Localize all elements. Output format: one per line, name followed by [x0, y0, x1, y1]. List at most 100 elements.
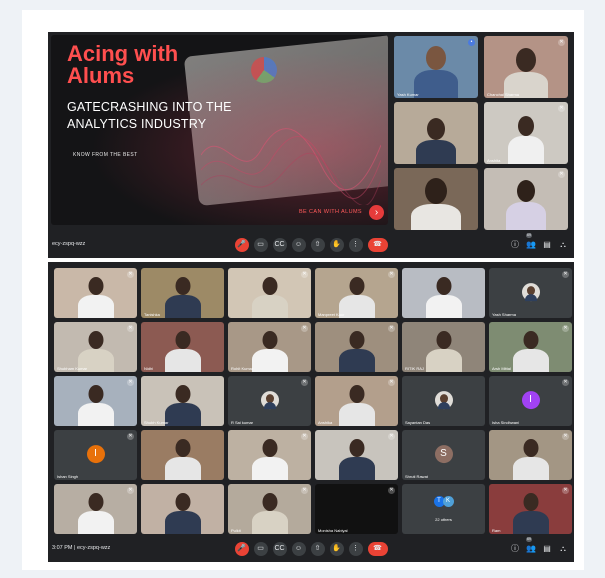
activities-icon[interactable]: ⛬ — [558, 238, 568, 252]
participant-tile[interactable]: • Yash Kumar — [394, 36, 478, 98]
participant-tile[interactable] — [141, 484, 224, 534]
present-button[interactable]: ⇧ — [310, 238, 325, 252]
participant-tile[interactable]: ✕ — [54, 268, 137, 318]
slide-next-arrow-icon[interactable]: › — [369, 205, 384, 220]
participant-head — [262, 493, 277, 511]
end-call-button[interactable]: ☎ — [367, 542, 388, 556]
participant-tile[interactable]: ✕ — [228, 430, 311, 480]
more-options-button[interactable]: ⋮ — [348, 542, 363, 556]
participant-tile[interactable]: Sayantan Das — [402, 376, 485, 426]
participant-name: Shubh Kumar — [144, 420, 169, 425]
side-controls: ⓘ 👥 69 ▤ ⛬ — [510, 537, 568, 556]
more-options-button[interactable]: ⋮ — [348, 238, 363, 252]
mic-button[interactable]: 🎤 — [234, 238, 249, 252]
mic-off-icon: ✕ — [127, 325, 134, 332]
slide-subtitle: GATECRASHING INTO THE ANALYTICS INDUSTRY — [67, 100, 232, 131]
participant-tile[interactable]: ✕ Manpreet Kaur — [315, 268, 398, 318]
mic-off-icon: ✕ — [301, 325, 308, 332]
mic-off-icon: ✕ — [127, 271, 134, 278]
participant-tile[interactable]: ✕ — [484, 168, 568, 230]
participant-tile[interactable]: Shubh Kumar — [141, 376, 224, 426]
camera-button[interactable]: ▭ — [253, 542, 268, 556]
presentation-slide[interactable]: Acing with Alums GATECRASHING INTO THE A… — [51, 35, 388, 225]
participant-tile[interactable]: ✕ Shubham Kumar — [54, 322, 137, 372]
participant-tile[interactable]: Tanishka — [141, 268, 224, 318]
info-icon[interactable]: ⓘ — [510, 238, 520, 252]
mic-off-icon: ✕ — [301, 271, 308, 278]
participant-tile[interactable]: ✕ — [54, 376, 137, 426]
mic-off-icon: ✕ — [388, 379, 395, 386]
activities-icon[interactable]: ⛬ — [558, 542, 568, 556]
meet-window-grid: ✕ Tanishka ✕ ✕ Manpreet Kaur ✕ Yash Sharma ✕ Shu… — [48, 262, 574, 562]
participant-tile[interactable]: S Shruti Rawat — [402, 430, 485, 480]
camera-button[interactable]: ▭ — [253, 238, 268, 252]
participant-name: Arsh Mittal — [492, 366, 511, 371]
participant-tile[interactable]: ✕ — [228, 268, 311, 318]
participant-body — [164, 511, 201, 534]
participant-head — [262, 439, 277, 457]
chat-icon[interactable]: ▤ — [542, 238, 552, 252]
participant-body — [338, 349, 375, 372]
participant-tile[interactable]: T K 22 others — [402, 484, 485, 534]
participant-name: Ram — [492, 528, 501, 533]
participant-tile[interactable]: ✕ Monisha Nabiyal — [315, 484, 398, 534]
captions-button[interactable]: CC — [272, 542, 287, 556]
slide-brand: BE CAN WITH ALUMS — [298, 209, 362, 215]
mic-button[interactable]: 🎤 — [234, 542, 249, 556]
participant-count-badge: 69 — [526, 233, 532, 238]
emoji-button[interactable]: ☺ — [291, 542, 306, 556]
meeting-toolbar: ecy-zspq-wzz 🎤 ▭ CC ☺ ⇧ ✋ ⋮ ☎ ⓘ 👥 69 ▤ ⛬ — [48, 233, 574, 256]
participant-head — [88, 385, 103, 403]
participant-tile[interactable] — [394, 168, 478, 230]
emoji-button[interactable]: ☺ — [291, 238, 306, 252]
participant-tile[interactable]: ✕ Yash Sharma — [489, 268, 572, 318]
others-avatars: TK — [433, 496, 454, 507]
participant-head — [436, 277, 451, 295]
participant-head — [518, 116, 534, 136]
end-call-button[interactable]: ☎ — [367, 238, 388, 252]
mic-off-icon: ✕ — [558, 171, 565, 178]
participant-tile[interactable]: Nidhi — [141, 322, 224, 372]
participant-name: Nidhi — [144, 366, 154, 371]
participant-body — [508, 136, 544, 164]
participant-tile[interactable]: ✕ Chanchal Sharma — [484, 36, 568, 98]
raise-hand-button[interactable]: ✋ — [329, 542, 344, 556]
participant-tile[interactable]: RITIK RAJ — [402, 322, 485, 372]
participant-tile[interactable]: ✕ — [315, 430, 398, 480]
participant-tile[interactable]: ✕ — [489, 430, 572, 480]
participant-avatar: I — [521, 391, 540, 410]
people-icon[interactable]: 👥 69 — [526, 233, 536, 252]
participant-tile[interactable]: ✕ Ram — [489, 484, 572, 534]
participant-tile[interactable]: ✕ Anshika — [315, 376, 398, 426]
participant-tile[interactable]: I ✕ Ishan Singh — [54, 430, 137, 480]
participant-tile[interactable]: ✕ — [54, 484, 137, 534]
info-icon[interactable]: ⓘ — [510, 542, 520, 556]
participant-name: Tanishka — [144, 312, 160, 317]
present-button[interactable]: ⇧ — [310, 542, 325, 556]
participant-tile[interactable] — [141, 430, 224, 480]
raise-hand-button[interactable]: ✋ — [329, 238, 344, 252]
participant-head — [426, 46, 446, 70]
participant-head — [425, 178, 447, 204]
participant-head — [349, 277, 364, 295]
participant-tile[interactable]: I ✕ Isha Sindhwani — [489, 376, 572, 426]
participant-tile[interactable]: ✕ Pulkit — [228, 484, 311, 534]
participant-tile[interactable]: ✕ Anshita — [484, 102, 568, 164]
participant-tile[interactable]: ✕ — [315, 322, 398, 372]
participant-name: R Sai kumar — [231, 420, 254, 425]
participant-tile[interactable] — [394, 102, 478, 164]
participant-body — [251, 457, 288, 480]
mic-off-icon: ✕ — [301, 433, 308, 440]
speaking-indicator-icon: • — [468, 39, 475, 46]
participant-tile[interactable]: ✕ Arsh Mittal — [489, 322, 572, 372]
captions-button[interactable]: CC — [272, 238, 287, 252]
participant-body — [512, 349, 549, 372]
participant-head — [427, 118, 445, 140]
participant-tile[interactable]: ✕ R Sai kumar — [228, 376, 311, 426]
people-icon[interactable]: 👥 69 — [526, 537, 536, 556]
chat-icon[interactable]: ▤ — [542, 542, 552, 556]
participant-tile[interactable]: ✕ Rohit Kumar — [228, 322, 311, 372]
participant-tile[interactable] — [402, 268, 485, 318]
participant-head — [523, 439, 538, 457]
participant-body — [164, 295, 201, 318]
